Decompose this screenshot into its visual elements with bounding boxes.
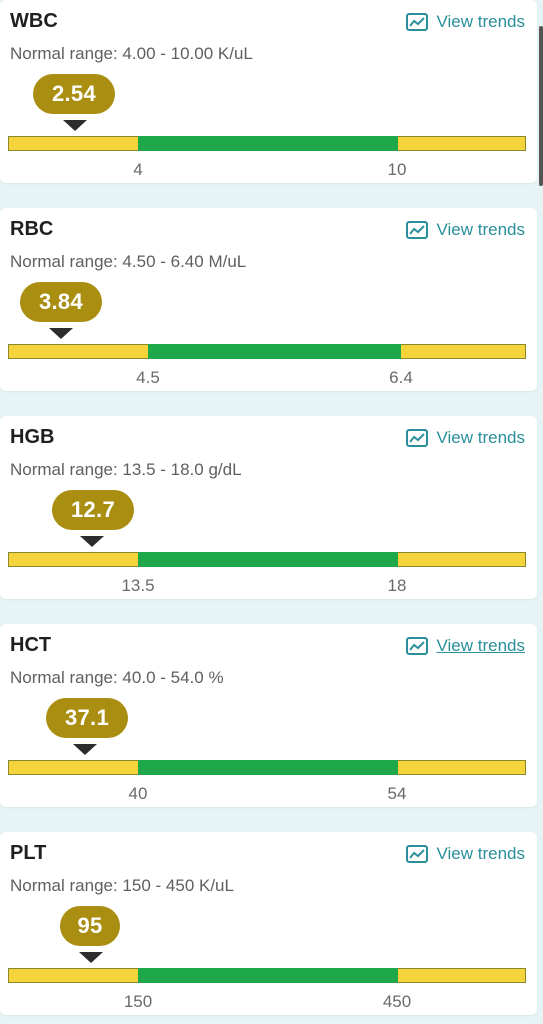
trend-chart-icon	[406, 637, 429, 655]
high-tick-label: 54	[387, 784, 407, 803]
view-trends-link[interactable]: View trends	[406, 635, 525, 657]
view-trends-label: View trends	[436, 428, 525, 447]
normal-range-segment	[138, 136, 398, 151]
scrollbar-thumb[interactable]	[539, 26, 543, 186]
range-bar	[8, 968, 526, 983]
value-pointer-icon	[63, 120, 87, 131]
normal-range-text: Normal range: 13.5 - 18.0 g/dL	[10, 460, 242, 479]
view-trends-link[interactable]: View trends	[406, 843, 525, 865]
value-pointer-icon	[49, 328, 73, 339]
value-pointer-icon	[73, 744, 97, 755]
value-badge: 95	[60, 906, 120, 946]
value-badge: 12.7	[52, 490, 134, 530]
normal-range-segment	[148, 344, 401, 359]
view-trends-label: View trends	[436, 12, 525, 31]
range-bar	[8, 552, 526, 567]
low-tick-label: 4.5	[136, 368, 160, 387]
view-trends-label: View trends	[436, 220, 525, 239]
range-bar	[8, 760, 526, 775]
high-tick-label: 10	[387, 160, 407, 179]
lab-card-wbc: WBC View trends Normal range: 4.00 - 10.…	[0, 0, 537, 183]
lab-card-hct: HCT View trends Normal range: 40.0 - 54.…	[0, 624, 537, 807]
normal-range-text: Normal range: 150 - 450 K/uL	[10, 876, 234, 895]
test-name: PLT	[10, 842, 47, 864]
lab-card-rbc: RBC View trends Normal range: 4.50 - 6.4…	[0, 208, 537, 391]
normal-range-text: Normal range: 40.0 - 54.0 %	[10, 668, 224, 687]
view-trends-link[interactable]: View trends	[406, 427, 525, 449]
view-trends-link[interactable]: View trends	[406, 11, 525, 33]
low-tick-label: 40	[128, 784, 148, 803]
value-badge: 2.54	[33, 74, 115, 114]
test-name: RBC	[10, 218, 54, 240]
high-tick-label: 6.4	[389, 368, 413, 387]
normal-range-text: Normal range: 4.00 - 10.00 K/uL	[10, 44, 253, 63]
test-name: WBC	[10, 10, 58, 32]
lab-card-hgb: HGB View trends Normal range: 13.5 - 18.…	[0, 416, 537, 599]
value-pointer-icon	[80, 536, 104, 547]
normal-range-segment	[138, 968, 398, 983]
range-bar	[8, 136, 526, 151]
trend-chart-icon	[406, 429, 429, 447]
view-trends-label: View trends	[436, 844, 525, 863]
normal-range-text: Normal range: 4.50 - 6.40 M/uL	[10, 252, 247, 271]
lab-card-plt: PLT View trends Normal range: 150 - 450 …	[0, 832, 537, 1015]
value-pointer-icon	[79, 952, 103, 963]
high-tick-label: 18	[387, 576, 407, 595]
range-bar	[8, 344, 526, 359]
low-tick-label: 13.5	[121, 576, 155, 595]
low-tick-label: 150	[123, 992, 153, 1011]
value-badge: 3.84	[20, 282, 102, 322]
trend-chart-icon	[406, 221, 429, 239]
low-tick-label: 4	[133, 160, 143, 179]
view-trends-label: View trends	[436, 636, 525, 655]
test-name: HCT	[10, 634, 52, 656]
trend-chart-icon	[406, 13, 429, 31]
test-name: HGB	[10, 426, 55, 448]
normal-range-segment	[138, 552, 398, 567]
trend-chart-icon	[406, 845, 429, 863]
view-trends-link[interactable]: View trends	[406, 219, 525, 241]
value-badge: 37.1	[46, 698, 128, 738]
normal-range-segment	[138, 760, 398, 775]
high-tick-label: 450	[382, 992, 412, 1011]
